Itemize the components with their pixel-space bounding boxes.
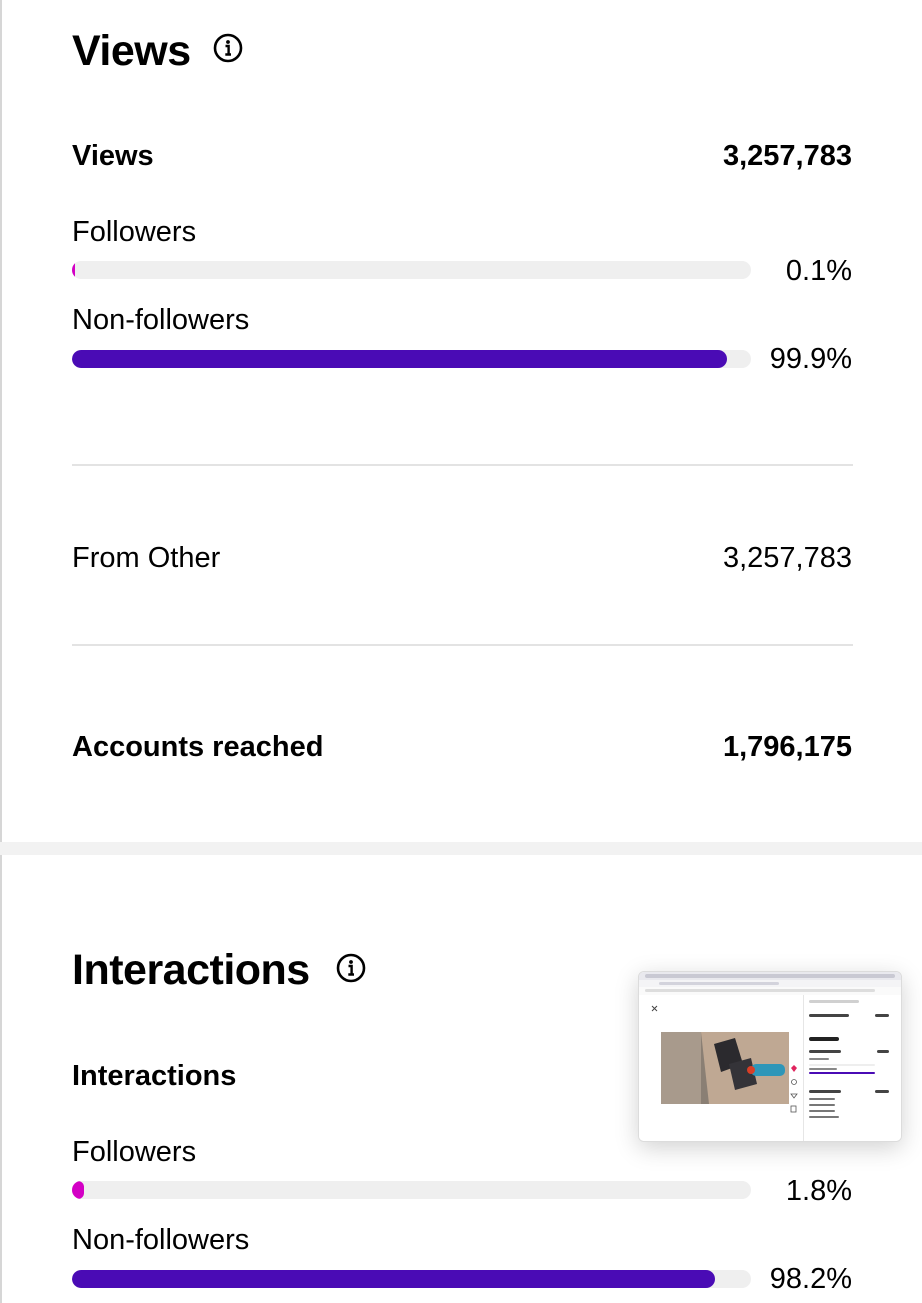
- interactions-nonfollowers-percent: 98.2%: [769, 1263, 852, 1295]
- interactions-followers-bar-fill: [72, 1181, 85, 1199]
- screenshot-thumbnail-image: [639, 972, 901, 1141]
- views-total-value: 3,257,783: [722, 140, 852, 172]
- interactions-nonfollowers-bar-fill: [72, 1270, 716, 1288]
- views-nonfollowers-label: Non-followers: [72, 304, 250, 336]
- views-info-icon[interactable]: [213, 33, 243, 63]
- accounts-reached-value: 1,796,175: [722, 731, 852, 763]
- interactions-info-icon[interactable]: [336, 953, 366, 983]
- views-followers-percent: 0.1%: [785, 255, 852, 287]
- views-nonfollowers-bar-fill: [72, 350, 727, 368]
- views-total-label: Views: [72, 140, 154, 172]
- views-section-title: Views: [72, 27, 191, 75]
- interactions-nonfollowers-label: Non-followers: [72, 1224, 250, 1256]
- views-nonfollowers-percent: 99.9%: [769, 343, 852, 375]
- divider: [72, 464, 853, 466]
- interactions-nonfollowers-bar-track: [72, 1270, 751, 1288]
- section-separator: [0, 842, 922, 855]
- views-nonfollowers-bar-track: [72, 350, 751, 368]
- divider: [72, 644, 853, 646]
- views-source-value: 3,257,783: [722, 542, 852, 574]
- views-followers-label: Followers: [72, 216, 197, 248]
- interactions-followers-percent: 1.8%: [785, 1175, 852, 1207]
- left-border: [0, 0, 2, 1303]
- interactions-followers-label: Followers: [72, 1136, 197, 1168]
- views-source-label: From Other: [72, 542, 221, 574]
- interactions-total-label: Interactions: [72, 1060, 237, 1092]
- accounts-reached-label: Accounts reached: [72, 731, 324, 763]
- views-followers-bar-track: [72, 261, 751, 279]
- interactions-section-title: Interactions: [72, 946, 310, 994]
- screenshot-thumbnail[interactable]: [638, 971, 902, 1142]
- interactions-followers-bar-track: [72, 1181, 751, 1199]
- views-followers-bar-fill: [72, 261, 75, 279]
